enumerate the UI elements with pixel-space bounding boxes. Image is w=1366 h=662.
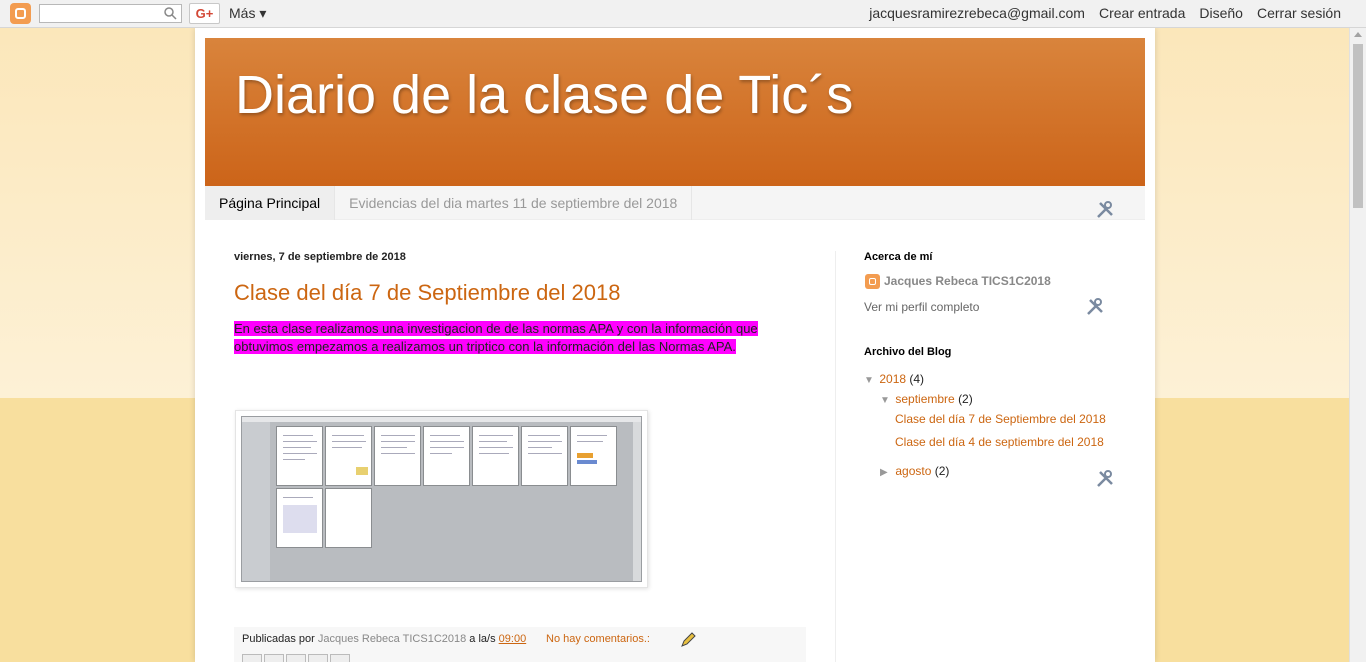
at-label: a la/s — [469, 633, 496, 645]
scrollbar-thumb[interactable] — [1353, 44, 1363, 208]
share-blog-button[interactable] — [264, 654, 284, 662]
archive-month-link[interactable]: agosto — [895, 464, 931, 478]
archive-month-count: (2) — [934, 464, 950, 478]
share-pinterest-button[interactable] — [330, 654, 350, 662]
post-body: En esta clase realizamos una investigaci… — [234, 320, 779, 356]
share-buttons — [242, 654, 350, 662]
ruler — [242, 417, 641, 422]
blog-page: Diario de la clase de Tic´s Página Princ… — [195, 28, 1155, 662]
archive-post-link[interactable]: Clase del día 7 de Septiembre del 2018 — [895, 412, 1106, 426]
edit-post-pencil-icon[interactable] — [679, 631, 697, 649]
post-image[interactable] — [235, 410, 648, 588]
scrollbar[interactable] — [1349, 28, 1366, 662]
document-page-thumb — [570, 426, 617, 486]
archive-year-count: (4) — [909, 372, 925, 386]
blogger-logo-icon[interactable] — [10, 3, 31, 24]
collapsed-triangle-icon[interactable]: ▶ — [880, 467, 892, 478]
edit-gadget-icon[interactable] — [1085, 297, 1105, 317]
about-me-heading: Acerca de mí — [864, 251, 933, 263]
archive-post-link[interactable]: Clase del día 4 de septiembre del 2018 — [895, 435, 1104, 449]
post-date-header: viernes, 7 de septiembre de 2018 — [234, 251, 406, 263]
archive-month-item: ▶ agosto (2) — [880, 464, 949, 478]
post-title[interactable]: Clase del día 7 de Septiembre del 2018 — [234, 280, 620, 306]
archive-post-item: Clase del día 4 de septiembre del 2018 — [895, 435, 1104, 449]
edit-gadget-icon[interactable] — [1095, 200, 1115, 220]
document-page-thumb — [423, 426, 470, 486]
archive-year-item: ▼ 2018 (4) — [864, 372, 924, 386]
profile-name-link[interactable]: Jacques Rebeca TICS1C2018 — [884, 274, 1051, 288]
document-page-thumb — [374, 426, 421, 486]
tab-evidencias[interactable]: Evidencias del dia martes 11 de septiemb… — [335, 186, 693, 220]
archive-heading: Archivo del Blog — [864, 346, 952, 358]
blogger-profile-icon — [865, 274, 880, 289]
expanded-triangle-icon[interactable]: ▼ — [880, 395, 892, 406]
column-divider — [835, 251, 836, 662]
gplus-button[interactable]: G+ — [189, 3, 220, 24]
document-page-thumb — [325, 426, 372, 486]
expanded-triangle-icon[interactable]: ▼ — [864, 375, 876, 386]
document-page-thumb — [472, 426, 519, 486]
published-by-label: Publicadas por — [242, 633, 315, 645]
document-page-thumb — [276, 426, 323, 486]
comments-link[interactable]: No hay comentarios.: — [546, 633, 650, 645]
archive-month-link[interactable]: septiembre — [895, 392, 954, 406]
blog-title[interactable]: Diario de la clase de Tic´s — [235, 64, 853, 126]
right-strip — [633, 422, 641, 581]
archive-year-link[interactable]: 2018 — [879, 372, 906, 386]
design-link[interactable]: Diseño — [1199, 5, 1243, 21]
page-tabs: Página Principal Evidencias del dia mart… — [205, 186, 1145, 220]
post-author-link[interactable]: Jacques Rebeca TICS1C2018 — [318, 633, 466, 645]
archive-month-item: ▼ septiembre (2) — [880, 392, 973, 406]
sign-out-link[interactable]: Cerrar sesión — [1257, 5, 1341, 21]
highlighted-text: En esta clase realizamos una investigaci… — [234, 321, 758, 354]
account-email[interactable]: jacquesramirezrebeca@gmail.com — [869, 5, 1085, 21]
scroll-up-arrow-icon[interactable] — [1354, 32, 1362, 37]
archive-month-count: (2) — [958, 392, 973, 406]
document-page-thumb — [325, 488, 372, 548]
post-time-link[interactable]: 09:00 — [499, 633, 527, 645]
search-input[interactable] — [39, 4, 182, 23]
document-screenshot — [241, 416, 642, 582]
view-full-profile-link[interactable]: Ver mi perfil completo — [864, 300, 979, 314]
left-strip — [242, 422, 270, 581]
blogger-navbar: G+ Más ▾ jacquesramirezrebeca@gmail.com … — [0, 0, 1366, 28]
tab-home[interactable]: Página Principal — [205, 186, 336, 220]
blog-header: Diario de la clase de Tic´s — [205, 38, 1145, 186]
edit-gadget-icon[interactable] — [1095, 469, 1115, 489]
more-menu[interactable]: Más ▾ — [229, 5, 266, 22]
share-facebook-button[interactable] — [308, 654, 328, 662]
post-footer: Publicadas por Jacques Rebeca TICS1C2018… — [234, 627, 806, 662]
search-icon[interactable] — [164, 7, 177, 20]
document-page-thumb — [276, 488, 323, 548]
archive-post-item: Clase del día 7 de Septiembre del 2018 — [895, 412, 1106, 426]
document-page-thumb — [521, 426, 568, 486]
share-email-button[interactable] — [242, 654, 262, 662]
share-twitter-button[interactable] — [286, 654, 306, 662]
create-post-link[interactable]: Crear entrada — [1099, 5, 1185, 21]
